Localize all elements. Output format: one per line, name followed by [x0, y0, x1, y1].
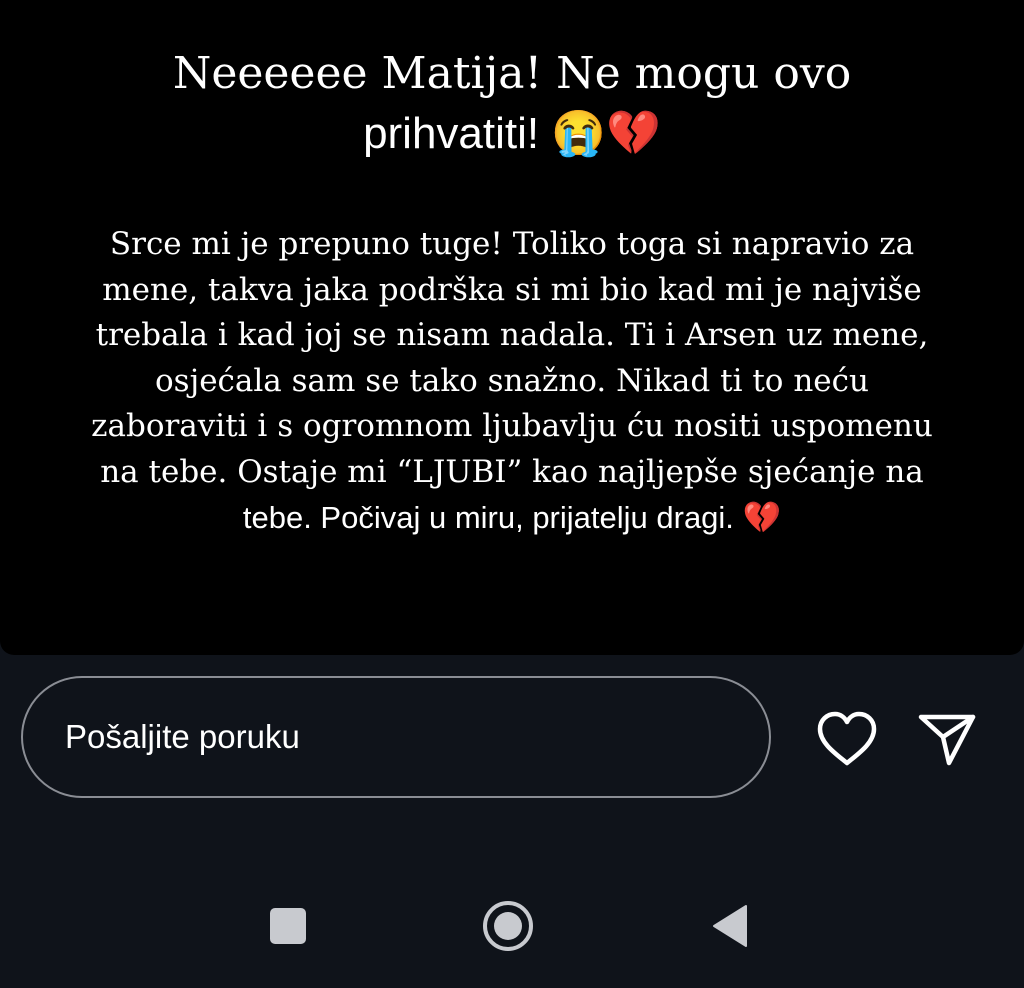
square-icon [270, 908, 306, 944]
story-body-text: Srce mi je prepuno tuge! Toliko toga si … [62, 222, 962, 542]
circle-icon [483, 901, 533, 951]
body-line: mene, takva jaka podrška si mi bio kad m… [102, 271, 922, 308]
body-line: Srce mi je prepuno tuge! Toliko toga si … [109, 226, 915, 262]
body-line: tebe. Počivaj u miru, prijatelju dragi. … [242, 500, 782, 535]
body-line: osjećala sam se tako snažno. Nikad ti to… [155, 362, 869, 399]
story-viewer-screen: Neeeeee Matija! Ne mogu ovo prihvatiti! … [0, 0, 1024, 988]
body-line: trebala i kad joj se nisam nadala. Ti i … [95, 317, 929, 353]
paper-plane-icon [918, 714, 976, 766]
headline-line-2: prihvatiti! 😭💔 [363, 109, 661, 158]
body-line: zaboraviti i s ogromnom ljubavlju ću nos… [91, 408, 933, 444]
system-navigation-bar [0, 870, 1024, 988]
triangle-back-icon [713, 905, 747, 947]
send-button[interactable] [915, 707, 979, 771]
body-line: na tebe. Ostaje mi “LJUBI” kao najljepše… [100, 453, 924, 490]
headline-line-1: Neeeeee Matija! Ne mogu ovo [172, 48, 852, 99]
story-content[interactable]: Neeeeee Matija! Ne mogu ovo prihvatiti! … [0, 0, 1024, 655]
message-input-placeholder: Pošaljite poruku [65, 718, 300, 755]
recent-apps-button[interactable] [256, 894, 320, 958]
message-input[interactable]: Pošaljite poruku [21, 676, 771, 798]
back-button[interactable] [698, 894, 762, 958]
heart-outline-icon [817, 711, 877, 766]
home-button[interactable] [476, 894, 540, 958]
story-headline: Neeeeee Matija! Ne mogu ovo prihvatiti! … [112, 44, 912, 164]
like-button[interactable] [815, 707, 879, 771]
reply-bar: Pošaljite poruku [0, 655, 1024, 825]
